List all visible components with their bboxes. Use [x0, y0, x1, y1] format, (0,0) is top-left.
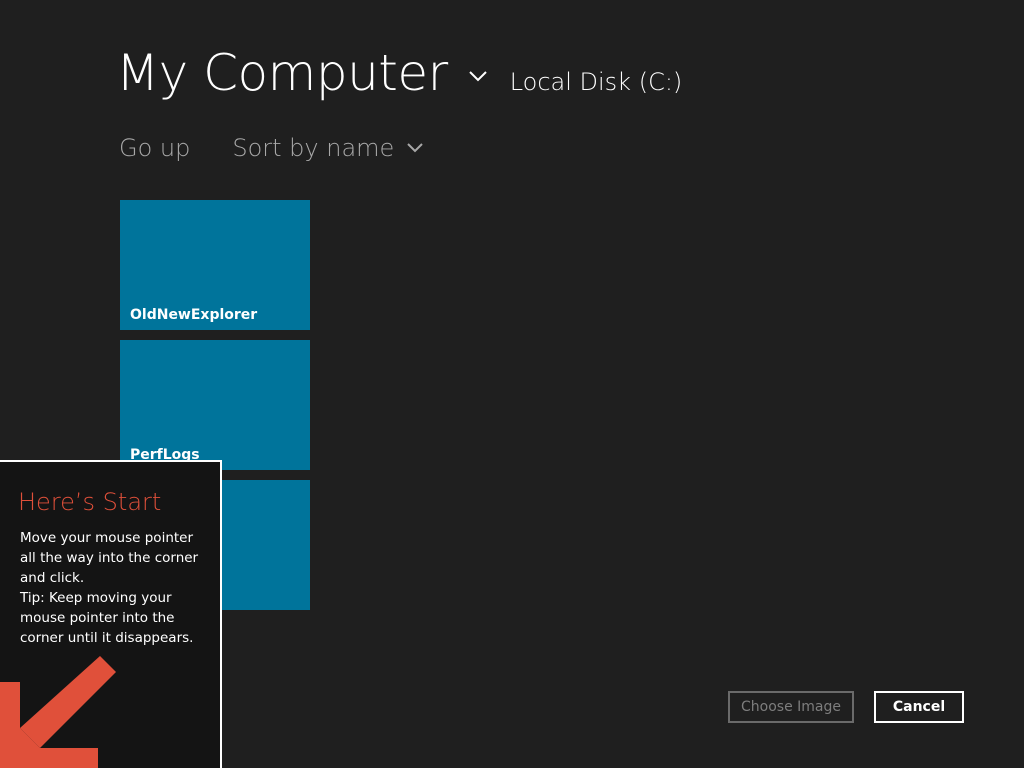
start-tip-line: corner until it disappears.	[20, 630, 194, 646]
chevron-down-icon	[406, 131, 424, 159]
folder-tile[interactable]: OldNewExplorer	[120, 200, 310, 330]
arrow-down-left-icon	[0, 652, 130, 768]
start-tip-line: all the way into the corner	[20, 550, 199, 566]
start-tip-line: mouse pointer into the	[20, 610, 175, 626]
sort-by-label: Sort by name	[232, 134, 395, 162]
location-label: Local Disk (C:)	[509, 68, 683, 96]
start-tip-popup: Here’s Start Move your mouse pointer all…	[0, 460, 222, 768]
start-tip-line: Move your mouse pointer	[20, 530, 194, 546]
start-tip-line: and click.	[20, 570, 85, 586]
picker-header: My Computer Local Disk (C:)	[116, 48, 682, 98]
picker-toolbar: Go up Sort by name	[119, 134, 424, 162]
file-picker-screen: My Computer Local Disk (C:) Go up Sort b…	[0, 0, 1024, 768]
start-tip-line: Tip: Keep moving your	[20, 590, 172, 606]
choose-image-button[interactable]: Choose Image	[728, 691, 854, 723]
page-title[interactable]: My Computer	[116, 48, 448, 98]
folder-tile-label: OldNewExplorer	[130, 307, 258, 323]
start-tip-title: Here’s Start	[18, 488, 162, 516]
start-tip-body: Move your mouse pointer all the way into…	[20, 528, 210, 648]
folder-tile[interactable]: PerfLogs	[120, 340, 310, 470]
chevron-down-icon[interactable]	[468, 67, 488, 86]
go-up-button[interactable]: Go up	[119, 134, 190, 162]
cancel-button[interactable]: Cancel	[874, 691, 964, 723]
sort-by-button[interactable]: Sort by name	[232, 134, 424, 162]
